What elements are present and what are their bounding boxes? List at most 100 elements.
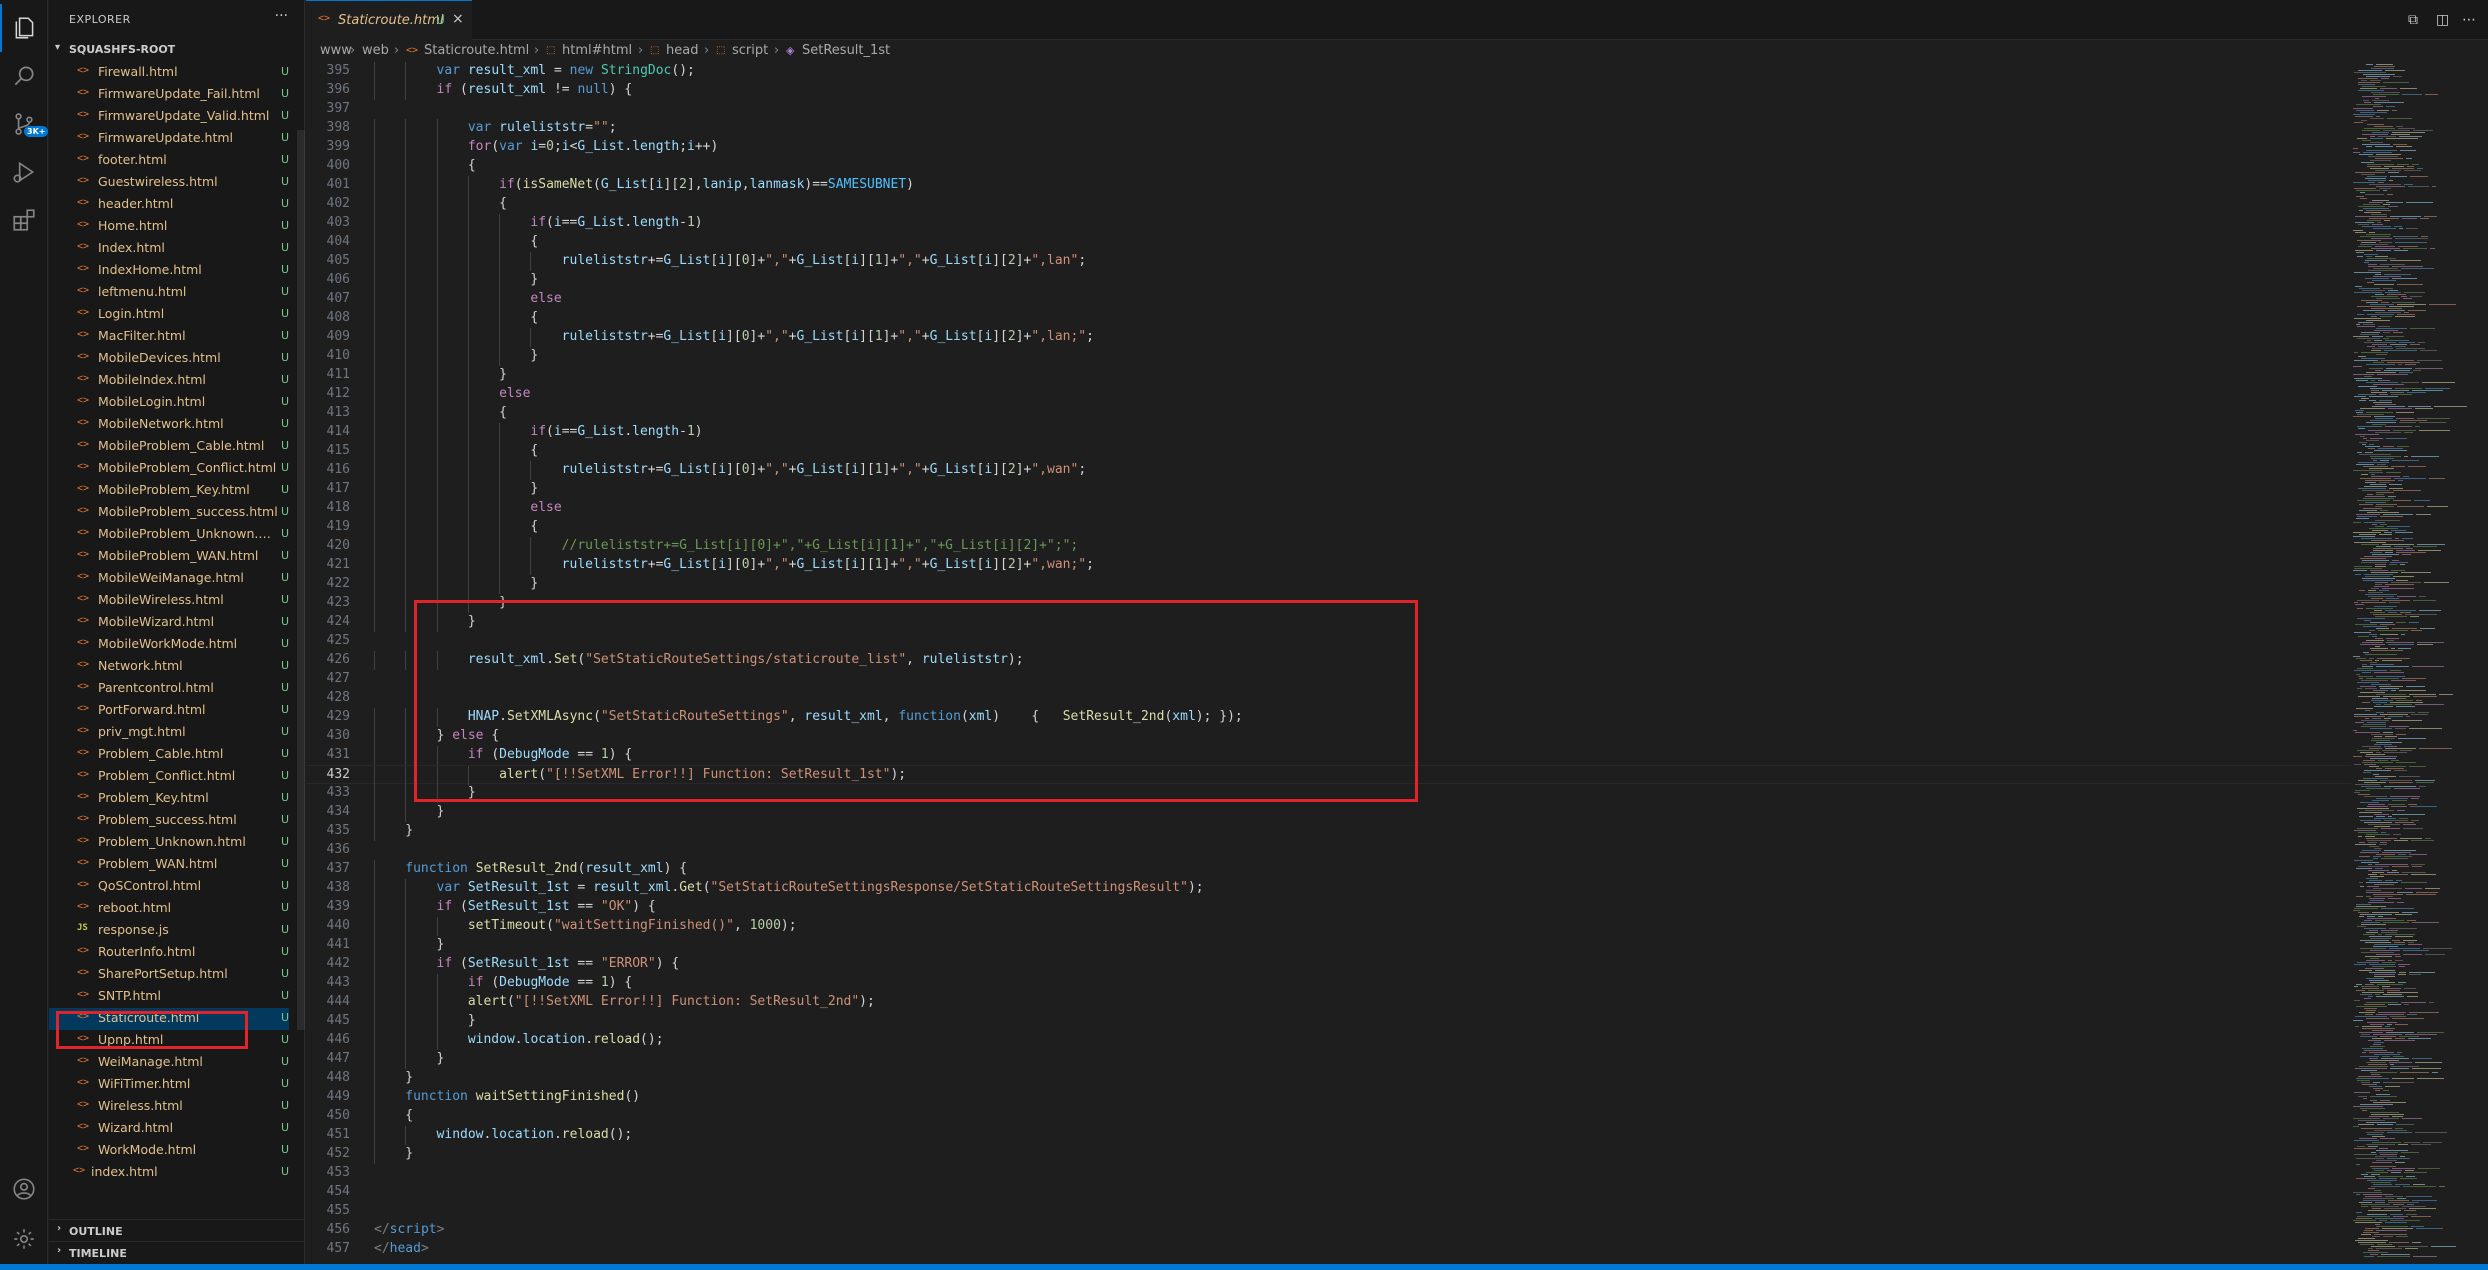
file-item[interactable]: <> Problem_Key.html U (49, 788, 289, 810)
code-line[interactable]: 416 ruleliststr+=G_List[i][0]+","+G_List[… (306, 461, 2351, 480)
code-line[interactable]: 443 if (DebugMode == 1) { (306, 974, 2351, 993)
code-line[interactable]: 447} (306, 1050, 2351, 1069)
code-line[interactable]: 453 (306, 1164, 2351, 1183)
code-line[interactable]: 455 (306, 1202, 2351, 1221)
breadcrumb-item[interactable]: Staticroute.html (424, 43, 529, 58)
code-line[interactable]: 419{ (306, 518, 2351, 537)
file-item[interactable]: <> WiFiTimer.html U (49, 1074, 289, 1096)
file-item[interactable]: <> QoSControl.html U (49, 876, 289, 898)
file-item[interactable]: <> Wireless.html U (49, 1096, 289, 1118)
breadcrumb-item[interactable]: html#html (562, 43, 632, 58)
code-line[interactable]: 398 var ruleliststr=""; (306, 119, 2351, 138)
extensions-icon[interactable] (0, 196, 48, 244)
code-line[interactable]: 402{ (306, 195, 2351, 214)
settings-gear-icon[interactable] (0, 1215, 48, 1263)
code-line[interactable]: 420//ruleliststr+=G_List[i][0]+","+G_Lis… (306, 537, 2351, 556)
split-editor-icon[interactable]: ◫ (2436, 12, 2449, 28)
code-line[interactable]: 457 </head> (306, 1240, 2351, 1259)
code-line[interactable]: 434} (306, 803, 2351, 822)
account-icon[interactable] (0, 1165, 48, 1213)
file-item[interactable]: <> MobileProblem_success.html U (49, 502, 289, 524)
breadcrumb-item[interactable]: web (362, 43, 389, 58)
file-item[interactable]: <> Problem_success.html U (49, 810, 289, 832)
file-item[interactable]: <> footer.html U (49, 150, 289, 172)
code-line[interactable]: 435} (306, 822, 2351, 841)
file-item[interactable]: <> MobileWorkMode.html U (49, 634, 289, 656)
sidebar-scrollbar[interactable] (297, 130, 305, 1030)
file-item[interactable]: <> Network.html U (49, 656, 289, 678)
code-line[interactable]: 414 if(i==G_List.length-1) (306, 423, 2351, 442)
file-item[interactable]: <> RouterInfo.html U (49, 942, 289, 964)
code-line[interactable]: 456 </script> (306, 1221, 2351, 1240)
file-item[interactable]: <> header.html U (49, 194, 289, 216)
file-item[interactable]: <> MobileProblem_Conflict.html U (49, 458, 289, 480)
code-line[interactable]: 407 else (306, 290, 2351, 309)
code-line[interactable]: 450{ (306, 1107, 2351, 1126)
file-item[interactable]: <> MobileProblem_Cable.html U (49, 436, 289, 458)
file-item[interactable]: <> FirmwareUpdate_Fail.html U (49, 84, 289, 106)
file-item[interactable]: <> Problem_Unknown.html U (49, 832, 289, 854)
file-item[interactable]: <> MobileWireless.html U (49, 590, 289, 612)
file-item[interactable]: <> MacFilter.html U (49, 326, 289, 348)
code-line[interactable]: 409 ruleliststr+=G_List[i][0]+","+G_List[… (306, 328, 2351, 347)
code-line[interactable]: 445} (306, 1012, 2351, 1031)
code-line[interactable]: 438 var SetResult_1st = result_xml.Get("S… (306, 879, 2351, 898)
code-line[interactable]: 441} (306, 936, 2351, 955)
file-item[interactable]: <> Guestwireless.html U (49, 172, 289, 194)
code-line[interactable]: 436 (306, 841, 2351, 860)
file-item[interactable]: <> MobileIndex.html U (49, 370, 289, 392)
breadcrumb-item[interactable]: script (732, 43, 768, 58)
code-line[interactable]: 395 var result_xml = new StringDoc(); (306, 62, 2351, 81)
file-item[interactable]: <> Login.html U (49, 304, 289, 326)
file-item[interactable]: <> MobileProblem_Key.html U (49, 480, 289, 502)
code-line[interactable]: 440 setTimeout("waitSettingFinished()", 1… (306, 917, 2351, 936)
code-line[interactable]: 406} (306, 271, 2351, 290)
file-item[interactable]: <> Index.html U (49, 238, 289, 260)
file-item[interactable]: <> SharePortSetup.html U (49, 964, 289, 986)
file-item[interactable]: <> MobileWizard.html U (49, 612, 289, 634)
code-line[interactable]: 449 function waitSettingFinished() (306, 1088, 2351, 1107)
code-line[interactable]: 413{ (306, 404, 2351, 423)
source-control-icon[interactable]: 3K+ (0, 100, 49, 148)
tab-staticroute[interactable]: <> Staticroute.html U × (306, 0, 472, 40)
file-item[interactable]: <>Dmz.htmlU (49, 48, 289, 54)
file-item[interactable]: <> PortForward.html U (49, 700, 289, 722)
file-item[interactable]: <> WeiManage.html U (49, 1052, 289, 1074)
file-item[interactable]: <> MobileNetwork.html U (49, 414, 289, 436)
breadcrumb-item[interactable]: SetResult_1st (802, 43, 890, 58)
code-line[interactable]: 408{ (306, 309, 2351, 328)
code-line[interactable]: 412 else (306, 385, 2351, 404)
code-line[interactable]: 442 if (SetResult_1st == "ERROR") { (306, 955, 2351, 974)
code-line[interactable]: 421 ruleliststr+=G_List[i][0]+","+G_List[… (306, 556, 2351, 575)
outline-panel-header[interactable]: › OUTLINE (49, 1219, 305, 1241)
file-item[interactable]: <> MobileLogin.html U (49, 392, 289, 414)
code-line[interactable]: 422} (306, 575, 2351, 594)
code-line[interactable]: 446 window.location.reload(); (306, 1031, 2351, 1050)
file-item[interactable]: <> Home.html U (49, 216, 289, 238)
code-line[interactable]: 448} (306, 1069, 2351, 1088)
file-item[interactable]: <> reboot.html U (49, 898, 289, 920)
code-line[interactable]: 396 if (result_xml != null) { (306, 81, 2351, 100)
code-line[interactable]: 410} (306, 347, 2351, 366)
file-item[interactable]: <> Problem_WAN.html U (49, 854, 289, 876)
close-icon[interactable]: × (452, 11, 464, 27)
file-item[interactable]: <> SNTP.html U (49, 986, 289, 1008)
code-line[interactable]: 399 for(var i=0;i<G_List.length;i++) (306, 138, 2351, 157)
file-item[interactable]: <> FirmwareUpdate_Valid.html U (49, 106, 289, 128)
file-item[interactable]: <> MobileProblem_Unknown.h... U (49, 524, 289, 546)
code-line[interactable]: 400{ (306, 157, 2351, 176)
file-item[interactable]: <> MobileWeiManage.html U (49, 568, 289, 590)
code-line[interactable]: 418 else (306, 499, 2351, 518)
file-item[interactable]: <> Parentcontrol.html U (49, 678, 289, 700)
file-item[interactable]: JS response.js U (49, 920, 289, 942)
file-item[interactable]: <> FirmwareUpdate.html U (49, 128, 289, 150)
code-line[interactable]: 437 function SetResult_2nd(result_xml) { (306, 860, 2351, 879)
more-actions-icon[interactable]: ··· (275, 8, 288, 24)
code-line[interactable]: 439 if (SetResult_1st == "OK") { (306, 898, 2351, 917)
file-item[interactable]: <> index.html U (49, 1162, 289, 1184)
code-line[interactable]: 397 (306, 100, 2351, 119)
file-item[interactable]: <> Firewall.html U (49, 62, 289, 84)
code-line[interactable]: 401 if(isSameNet(G_List[i][2],lanip,lanma… (306, 176, 2351, 195)
file-item[interactable]: <> Problem_Conflict.html U (49, 766, 289, 788)
code-line[interactable]: 444 alert("[!!SetXML Error!!] Function: S… (306, 993, 2351, 1012)
